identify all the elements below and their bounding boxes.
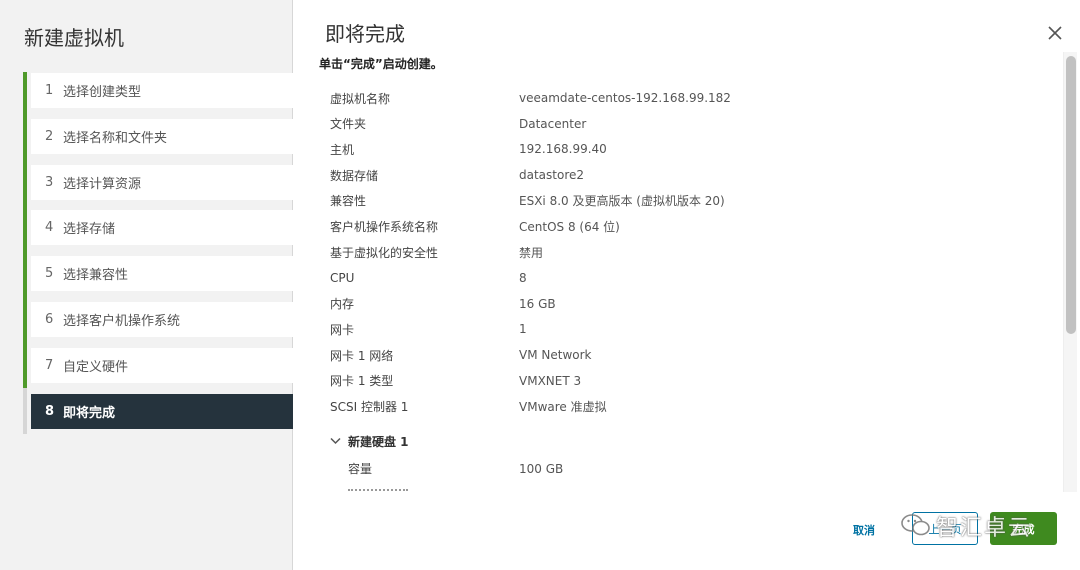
- summary-value: ESXi 8.0 及更高版本 (虚拟机版本 20): [519, 194, 725, 209]
- disk-section-label: 新建硬盘 1: [348, 435, 409, 449]
- step-customize-hardware[interactable]: 7 自定义硬件: [31, 347, 293, 383]
- summary-row-cpu: CPU 8: [330, 268, 527, 288]
- summary-value: VMware 准虚拟: [519, 399, 607, 414]
- summary-scroll-area[interactable]: 虚拟机名称 veeamdate-centos-192.168.99.182 文件…: [293, 80, 1063, 492]
- chevron-down-icon: [330, 435, 348, 448]
- step-label: 即将完成: [63, 405, 116, 421]
- step-number: 2: [45, 128, 54, 144]
- summary-key: 虚拟机名称: [330, 91, 391, 106]
- finish-button[interactable]: 完成: [990, 512, 1057, 545]
- summary-key: CPU: [330, 270, 355, 285]
- step-label: 选择计算资源: [63, 176, 142, 192]
- step-select-compatibility[interactable]: 5 选择兼容性: [31, 256, 293, 292]
- summary-value: Datacenter: [519, 116, 587, 131]
- wizard-title: 新建虚拟机: [24, 26, 124, 50]
- summary-value: datastore2: [519, 168, 585, 183]
- summary-row-host: 主机 192.168.99.40: [330, 139, 607, 159]
- summary-key: 网卡 1 网络: [330, 348, 394, 363]
- disk-row-clipped: [348, 489, 408, 492]
- summary-value: 8: [519, 270, 527, 285]
- summary-value: 192.168.99.40: [519, 142, 607, 157]
- step-label: 自定义硬件: [63, 359, 129, 375]
- step-number: 6: [45, 311, 54, 327]
- summary-value: 禁用: [519, 245, 544, 260]
- summary-row-datastore: 数据存储 datastore2: [330, 165, 584, 185]
- summary-key: 容量: [348, 462, 373, 477]
- step-select-creation-type[interactable]: 1 选择创建类型: [31, 73, 293, 108]
- disk-row-capacity: 容量 100 GB: [348, 459, 563, 479]
- summary-value: 16 GB: [519, 296, 556, 311]
- summary-value: 1: [519, 322, 527, 337]
- summary-row-folder: 文件夹 Datacenter: [330, 114, 586, 134]
- wizard-content: 即将完成 单击“完成”启动创建。 虚拟机名称 veeamdate-centos-…: [293, 0, 1080, 570]
- page-title: 即将完成: [325, 22, 405, 46]
- step-label: 选择兼容性: [63, 268, 129, 284]
- summary-key: 文件夹: [330, 117, 367, 132]
- disk-section-toggle[interactable]: 新建硬盘 1: [330, 433, 409, 450]
- summary-key: SCSI 控制器 1: [330, 399, 409, 414]
- summary-key: 基于虚拟化的安全性: [330, 245, 439, 260]
- step-select-compute-resource[interactable]: 3 选择计算资源: [31, 164, 293, 200]
- summary-key: 内存: [330, 297, 355, 312]
- step-select-storage[interactable]: 4 选择存储: [31, 210, 293, 246]
- step-progress-done: [23, 72, 27, 388]
- summary-value: 100 GB: [519, 461, 564, 476]
- summary-value: VM Network: [519, 348, 592, 362]
- step-number: 5: [45, 266, 54, 282]
- summary-key: 网卡 1 类型: [330, 374, 394, 389]
- step-number: 7: [45, 357, 54, 373]
- summary-key: 兼容性: [330, 194, 367, 209]
- summary-row-nic: 网卡 1: [330, 319, 527, 339]
- step-progress-rail: [23, 72, 27, 434]
- step-label: 选择存储: [63, 222, 116, 238]
- summary-row-vbs: 基于虚拟化的安全性 禁用: [330, 242, 543, 262]
- step-label: 选择创建类型: [63, 85, 142, 100]
- close-icon[interactable]: [1046, 24, 1064, 42]
- summary-key: 主机: [330, 142, 355, 157]
- wizard-footer: 取消 上一页 完成: [293, 500, 1080, 570]
- back-button[interactable]: 上一页: [912, 512, 978, 545]
- vertical-scrollbar[interactable]: [1063, 52, 1077, 492]
- summary-key: 网卡: [330, 322, 355, 337]
- summary-row-memory: 内存 16 GB: [330, 294, 556, 314]
- step-select-guest-os[interactable]: 6 选择客户机操作系统: [31, 301, 293, 337]
- summary-value: veeamdate-centos-192.168.99.182: [519, 91, 731, 105]
- step-ready-to-complete[interactable]: 8 即将完成: [31, 393, 293, 429]
- step-label: 选择客户机操作系统: [63, 313, 181, 329]
- step-number: 1: [45, 83, 54, 98]
- summary-row-compatibility: 兼容性 ESXi 8.0 及更高版本 (虚拟机版本 20): [330, 191, 725, 211]
- step-select-name-folder[interactable]: 2 选择名称和文件夹: [31, 118, 293, 154]
- summary-key: 客户机操作系统名称: [330, 220, 439, 234]
- step-number: 4: [45, 220, 54, 236]
- wizard-steps-pane: 新建虚拟机 1 选择创建类型 2 选择名称和文件夹 3 选择计算资源 4 选择存…: [0, 0, 293, 570]
- summary-row-guest-os: 客户机操作系统名称 CentOS 8 (64 位): [330, 217, 620, 237]
- cancel-button[interactable]: 取消: [853, 522, 875, 538]
- step-label: 选择名称和文件夹: [63, 130, 168, 146]
- page-subtitle: 单击“完成”启动创建。: [319, 57, 443, 71]
- summary-row-scsi-controller: SCSI 控制器 1 VMware 准虚拟: [330, 396, 607, 416]
- new-vm-wizard-dialog: 新建虚拟机 1 选择创建类型 2 选择名称和文件夹 3 选择计算资源 4 选择存…: [0, 0, 1080, 570]
- step-number: 3: [45, 174, 54, 190]
- summary-row-nic1-network: 网卡 1 网络 VM Network: [330, 345, 591, 365]
- summary-row-vm-name: 虚拟机名称 veeamdate-centos-192.168.99.182: [330, 88, 731, 108]
- summary-row-nic1-type: 网卡 1 类型 VMXNET 3: [330, 371, 581, 391]
- step-number: 8: [45, 403, 55, 419]
- summary-value: CentOS 8 (64 位): [519, 220, 620, 234]
- wizard-step-list: 1 选择创建类型 2 选择名称和文件夹 3 选择计算资源 4 选择存储 5 选择…: [31, 73, 293, 439]
- summary-key: 数据存储: [330, 168, 379, 183]
- scrollbar-thumb[interactable]: [1066, 56, 1076, 334]
- summary-value: VMXNET 3: [519, 373, 582, 388]
